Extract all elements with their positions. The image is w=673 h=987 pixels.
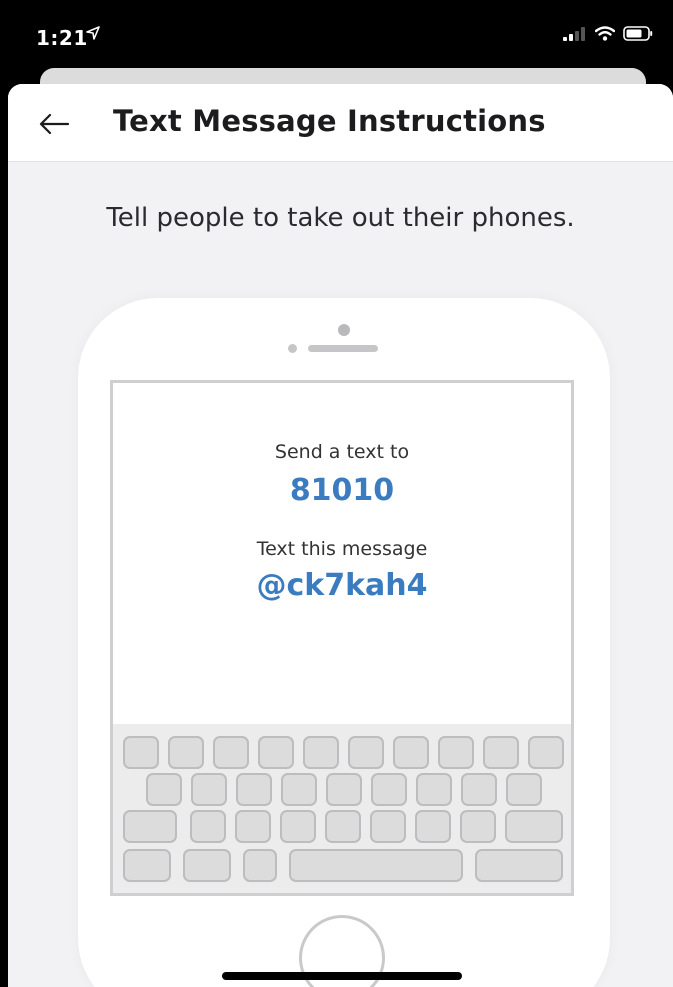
keyboard-key xyxy=(325,810,361,843)
keyboard-key xyxy=(281,773,317,806)
status-icons xyxy=(563,26,653,41)
signal-icon xyxy=(563,26,585,41)
keyboard-illustration xyxy=(113,724,571,893)
instructions-sheet: Text Message Instructions Tell people to… xyxy=(8,84,673,987)
keyboard-key xyxy=(146,773,182,806)
arrow-left-icon[interactable] xyxy=(34,104,74,144)
page-title: Text Message Instructions xyxy=(113,104,546,138)
message-code: @ck7kah4 xyxy=(256,568,428,603)
keyboard-key xyxy=(303,736,339,769)
status-time: 1:21 xyxy=(36,26,88,50)
home-indicator[interactable] xyxy=(222,972,462,980)
keyboard-key xyxy=(393,736,429,769)
send-label: Send a text to xyxy=(274,441,410,463)
keyboard-key xyxy=(505,810,563,843)
keyboard-key xyxy=(370,810,406,843)
keyboard-key xyxy=(416,773,452,806)
wifi-icon xyxy=(595,26,615,41)
phone-screen: Send a text to 81010 Text this message @… xyxy=(110,380,574,896)
keyboard-key xyxy=(415,810,451,843)
keyboard-key xyxy=(289,849,463,882)
keyboard-key xyxy=(483,736,519,769)
keyboard-key xyxy=(326,773,362,806)
keyboard-key xyxy=(243,849,277,882)
keyboard-key xyxy=(123,849,171,882)
keyboard-key xyxy=(461,773,497,806)
keyboard-key xyxy=(460,810,496,843)
keyboard-key xyxy=(191,773,227,806)
keyboard-key xyxy=(348,736,384,769)
keyboard-key xyxy=(168,736,204,769)
keyboard-key xyxy=(123,810,177,843)
keyboard-key xyxy=(236,773,272,806)
keyboard-key xyxy=(213,736,249,769)
phone-speaker xyxy=(308,345,378,352)
phone-camera xyxy=(338,324,350,336)
send-number: 81010 xyxy=(289,473,395,508)
location-arrow-icon xyxy=(86,26,100,40)
status-bar: 1:21 xyxy=(0,0,673,70)
keyboard-key xyxy=(183,849,231,882)
keyboard-key xyxy=(528,736,564,769)
instruction-text: Tell people to take out their phones. xyxy=(106,203,575,233)
keyboard-key xyxy=(371,773,407,806)
keyboard-key xyxy=(475,849,563,882)
battery-icon xyxy=(623,26,653,41)
phone-sensor xyxy=(288,344,297,353)
navigation-bar: Text Message Instructions xyxy=(8,84,673,162)
message-label: Text this message xyxy=(256,538,428,560)
keyboard-key xyxy=(123,736,159,769)
keyboard-key xyxy=(280,810,316,843)
keyboard-key xyxy=(506,773,542,806)
keyboard-key xyxy=(235,810,271,843)
keyboard-key xyxy=(438,736,474,769)
keyboard-key xyxy=(190,810,226,843)
phone-illustration: Send a text to 81010 Text this message @… xyxy=(78,298,610,987)
keyboard-key xyxy=(258,736,294,769)
